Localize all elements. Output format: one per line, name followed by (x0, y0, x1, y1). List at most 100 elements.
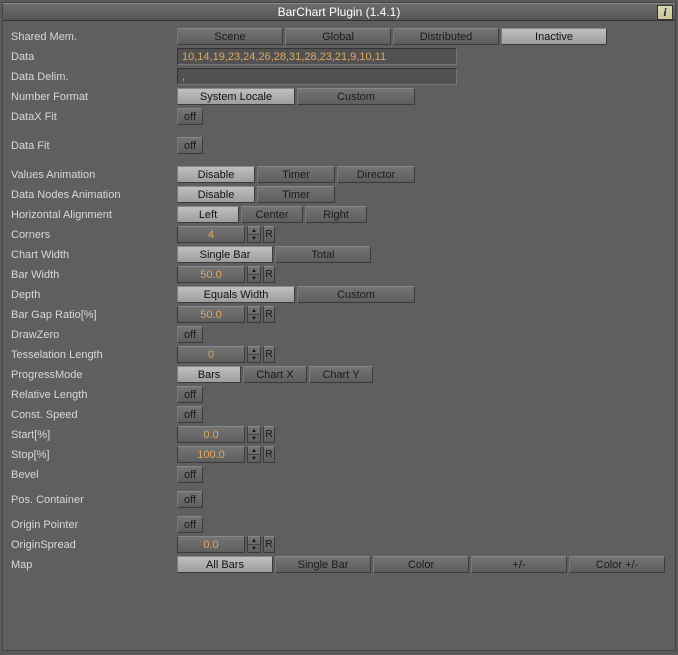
map-allbars[interactable]: All Bars (177, 556, 273, 573)
rellen-toggle[interactable]: off (177, 386, 203, 403)
plugin-window: BarChart Plugin (1.4.1) i Shared Mem. Sc… (2, 2, 676, 651)
label-data-fit: Data Fit (11, 140, 177, 152)
down-arrow-icon[interactable]: ▼ (248, 315, 260, 322)
barwidth-spinner[interactable]: ▲▼ (247, 266, 261, 283)
label-rellen: Relative Length (11, 389, 177, 401)
map-singlebar[interactable]: Single Bar (275, 556, 371, 573)
start-spinner[interactable]: ▲▼ (247, 426, 261, 443)
valanim-director[interactable]: Director (337, 166, 415, 183)
map-plusminus[interactable]: +/- (471, 556, 567, 573)
datax-fit-toggle[interactable]: off (177, 108, 203, 125)
bevel-toggle[interactable]: off (177, 466, 203, 483)
up-arrow-icon[interactable]: ▲ (248, 307, 260, 315)
label-origin-spread: OriginSpread (11, 539, 177, 551)
shared-mem-scene[interactable]: Scene (177, 28, 283, 45)
map-colorplusminus[interactable]: Color +/- (569, 556, 665, 573)
valanim-timer[interactable]: Timer (257, 166, 335, 183)
data-input[interactable]: 10,14,19,23,24,26,28,31,28,23,21,9,10,11 (177, 48, 457, 65)
originspread-input[interactable]: 0.0 (177, 536, 245, 553)
label-map: Map (11, 559, 177, 571)
corners-reset[interactable]: R (263, 226, 275, 243)
tess-reset[interactable]: R (263, 346, 275, 363)
barwidth-input[interactable]: 50.0 (177, 266, 245, 283)
stop-spinner[interactable]: ▲▼ (247, 446, 261, 463)
content-panel: Shared Mem. Scene Global Distributed Ina… (3, 21, 675, 581)
bargap-spinner[interactable]: ▲▼ (247, 306, 261, 323)
depth-custom[interactable]: Custom (297, 286, 415, 303)
tess-spinner[interactable]: ▲▼ (247, 346, 261, 363)
start-reset[interactable]: R (263, 426, 275, 443)
label-chart-width: Chart Width (11, 249, 177, 261)
label-bar-width: Bar Width (11, 269, 177, 281)
label-progress: ProgressMode (11, 369, 177, 381)
label-shared-mem: Shared Mem. (11, 31, 177, 43)
corners-input[interactable]: 4 (177, 226, 245, 243)
numfmt-system[interactable]: System Locale (177, 88, 295, 105)
stop-reset[interactable]: R (263, 446, 275, 463)
drawzero-toggle[interactable]: off (177, 326, 203, 343)
poscontainer-toggle[interactable]: off (177, 491, 203, 508)
progress-chartx[interactable]: Chart X (243, 366, 307, 383)
depth-equals[interactable]: Equals Width (177, 286, 295, 303)
halign-right[interactable]: Right (305, 206, 367, 223)
progress-charty[interactable]: Chart Y (309, 366, 373, 383)
constspd-toggle[interactable]: off (177, 406, 203, 423)
down-arrow-icon[interactable]: ▼ (248, 435, 260, 442)
halign-center[interactable]: Center (241, 206, 303, 223)
bargap-input[interactable]: 50.0 (177, 306, 245, 323)
progress-bars[interactable]: Bars (177, 366, 241, 383)
info-button[interactable]: i (657, 5, 673, 20)
nodeanim-disable[interactable]: Disable (177, 186, 255, 203)
stop-input[interactable]: 100.0 (177, 446, 245, 463)
window-title: BarChart Plugin (1.4.1) (278, 5, 401, 19)
label-halign: Horizontal Alignment (11, 209, 177, 221)
up-arrow-icon[interactable]: ▲ (248, 447, 260, 455)
originptr-toggle[interactable]: off (177, 516, 203, 533)
label-nodes-anim: Data Nodes Animation (11, 189, 177, 201)
down-arrow-icon[interactable]: ▼ (248, 275, 260, 282)
label-data-delim: Data Delim. (11, 71, 177, 83)
label-constspd: Const. Speed (11, 409, 177, 421)
up-arrow-icon[interactable]: ▲ (248, 427, 260, 435)
barwidth-reset[interactable]: R (263, 266, 275, 283)
label-number-format: Number Format (11, 91, 177, 103)
label-tess: Tesselation Length (11, 349, 177, 361)
label-pos-container: Pos. Container (11, 494, 177, 506)
tess-input[interactable]: 0 (177, 346, 245, 363)
chartwidth-total[interactable]: Total (275, 246, 371, 263)
originspread-spinner[interactable]: ▲▼ (247, 536, 261, 553)
label-origin-ptr: Origin Pointer (11, 519, 177, 531)
label-values-anim: Values Animation (11, 169, 177, 181)
down-arrow-icon[interactable]: ▼ (248, 355, 260, 362)
up-arrow-icon[interactable]: ▲ (248, 227, 260, 235)
bargap-reset[interactable]: R (263, 306, 275, 323)
label-corners: Corners (11, 229, 177, 241)
shared-mem-distributed[interactable]: Distributed (393, 28, 499, 45)
titlebar: BarChart Plugin (1.4.1) i (3, 3, 675, 21)
originspread-reset[interactable]: R (263, 536, 275, 553)
nodeanim-timer[interactable]: Timer (257, 186, 335, 203)
up-arrow-icon[interactable]: ▲ (248, 267, 260, 275)
label-depth: Depth (11, 289, 177, 301)
label-bargap: Bar Gap Ratio[%] (11, 309, 177, 321)
data-delim-input[interactable]: , (177, 68, 457, 85)
numfmt-custom[interactable]: Custom (297, 88, 415, 105)
start-input[interactable]: 0.0 (177, 426, 245, 443)
down-arrow-icon[interactable]: ▼ (248, 455, 260, 462)
up-arrow-icon[interactable]: ▲ (248, 347, 260, 355)
data-fit-toggle[interactable]: off (177, 137, 203, 154)
halign-left[interactable]: Left (177, 206, 239, 223)
down-arrow-icon[interactable]: ▼ (248, 545, 260, 552)
label-bevel: Bevel (11, 469, 177, 481)
corners-spinner[interactable]: ▲▼ (247, 226, 261, 243)
shared-mem-inactive[interactable]: Inactive (501, 28, 607, 45)
shared-mem-global[interactable]: Global (285, 28, 391, 45)
map-color[interactable]: Color (373, 556, 469, 573)
up-arrow-icon[interactable]: ▲ (248, 537, 260, 545)
chartwidth-single[interactable]: Single Bar (177, 246, 273, 263)
label-data: Data (11, 51, 177, 63)
valanim-disable[interactable]: Disable (177, 166, 255, 183)
label-stop: Stop[%] (11, 449, 177, 461)
down-arrow-icon[interactable]: ▼ (248, 235, 260, 242)
label-datax-fit: DataX Fit (11, 111, 177, 123)
